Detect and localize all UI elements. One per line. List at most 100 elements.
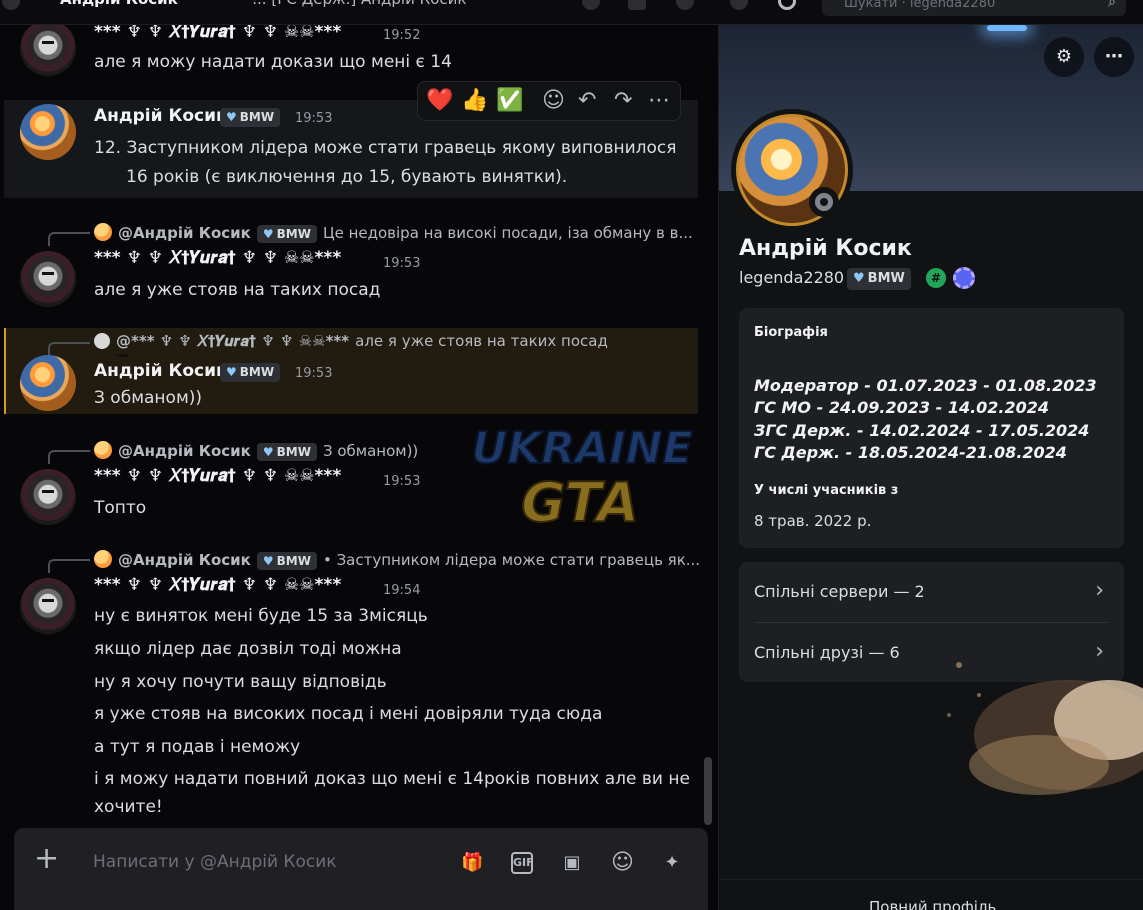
more-options-button[interactable]: ⋯ [1094,37,1134,77]
call-icon[interactable] [582,0,600,10]
message: @Андрій Косик ♥ BMW • Заступником лідера мо… [0,542,700,822]
message-text: ну є виняток мені буде 15 за 3місяць [94,606,428,626]
message-author[interactable]: *** ♆ ♆ 𝛸†𝒀𝒖𝒓𝒂† ♆ ♆ ☠☠*** [94,466,341,486]
emoji-icon[interactable]: ☺ [611,852,634,874]
nitro-badge-icon[interactable] [953,267,975,289]
avatar[interactable] [20,469,76,525]
gif-icon[interactable]: GIF [511,852,534,874]
reply-icon[interactable]: ↶ [578,88,596,114]
avatar[interactable] [20,355,76,411]
video-icon[interactable] [628,0,646,10]
reply-avatar [94,441,112,459]
message-author[interactable]: *** ♆ ♆ 𝛸†𝒀𝒖𝒓𝒂† ♆ ♆ ☠☠*** [94,248,341,268]
search-placeholder: Шукати · legenda2280 [844,0,996,11]
reply-spine [48,450,90,464]
reply-preview[interactable]: @Андрій Косик ♥ BMW З обманом)) [94,441,418,461]
gift-icon[interactable]: 🎁 [461,852,483,874]
message-composer[interactable]: + Написати у @Андрій Косик 🎁 GIF ▣ ☺ ✦ [14,828,708,910]
thumbs-up-reaction-icon[interactable]: 👍 [461,88,488,114]
check-reaction-icon[interactable]: ✅ [496,88,523,114]
server-tag: ♥ BMW [256,443,317,461]
search-icon: ⌕ [1108,0,1116,10]
message-author[interactable]: Андрій Косик [94,361,228,381]
avatar[interactable] [20,25,76,76]
message-text: але я уже стояв на таких посад [94,280,381,300]
reply-preview[interactable]: @Андрій Косик ♥ BMW • Заступником лідера мо… [94,550,700,570]
reply-spine [48,232,90,246]
search-input[interactable]: Шукати · legenda2280 ⌕ [822,0,1126,16]
bio-heading: Біографія [754,325,828,340]
message-text: ну я хочу почути ващу відповідь [94,672,387,692]
message-timestamp: 19:54 [383,583,421,598]
dm-avatar-icon [2,0,20,10]
message-text: я уже стояв на високих посад і мені дові… [94,704,603,724]
composer-placeholder[interactable]: Написати у @Андрій Косик [93,852,337,872]
message-timestamp: 19:53 [295,111,333,126]
heart-icon: ♥ [226,110,237,124]
message-text: але я можу надати докази що мені є 14 [94,52,452,72]
message-text: а тут я подав і неможу [94,737,301,757]
profile-toggle-icon[interactable] [778,0,796,10]
server-tag[interactable]: ♥ BMW [847,268,911,290]
profile-footer: Повний профіль [719,879,1143,910]
add-note-button[interactable]: ⚙ [1044,37,1084,77]
user-profile-panel: ⚙ ⋯ Андрій Косик legenda2280 ♥ BMW # Біог… [718,25,1143,910]
pin-icon[interactable] [676,0,694,10]
message-text: і я можу надати повний доказ що мені є 1… [94,769,690,789]
message-action-bar: ❤️ 👍 ✅ ☺ ↶ ↷ ⋯ [417,81,681,121]
message-text: 16 років (є виключення до 15, бувають ви… [126,167,568,187]
avatar[interactable] [20,104,76,160]
reply-preview[interactable]: @Андрій Косик ♥ BMW Це недовіра на високі п… [94,223,693,243]
message-author[interactable]: *** ♆ ♆ 𝛸†𝒀𝒖𝒓𝒂† ♆ ♆ ☠☠*** [94,575,341,595]
forward-icon[interactable]: ↷ [614,88,632,114]
message-timestamp: 19:53 [383,474,421,489]
reply-avatar [94,333,128,357]
apps-icon[interactable]: ✦ [661,852,683,874]
message-timestamp: 19:53 [295,366,333,381]
message-timestamp: 19:52 [383,28,421,43]
hashtag-badge-icon[interactable]: # [926,268,946,288]
message-text: якщо лідер дає дозвіл тоді можна [94,639,402,659]
add-friend-icon[interactable] [730,0,748,10]
avatar[interactable] [20,578,76,634]
bio-line: ЗГС Держ. - 14.02.2024 - 17.05.2024 [754,421,1090,440]
bio-card: Біографія Модератор - 01.07.2023 - 01.08… [739,308,1124,548]
profile-effect-decoration [947,662,1143,795]
add-reaction-icon[interactable]: ☺ [542,88,565,114]
scrollbar-thumb[interactable] [704,757,712,825]
heart-reaction-icon[interactable]: ❤️ [426,88,453,114]
channel-title: Андрій Косик [60,0,178,8]
mutual-friends-label: Спільні друзі — 6 [754,643,900,662]
offline-status-icon [809,187,839,217]
sticker-icon[interactable]: ▣ [561,852,583,874]
heart-icon: ♥ [853,271,865,286]
message: @*** ♆ ♆ 𝛸†𝒀𝒖𝒓𝒂† ♆ ♆ ☠☠*** але я уже стоя… [0,328,698,414]
message-timestamp: 19:53 [383,256,421,271]
attach-plus-icon[interactable]: + [34,844,59,874]
bio-line: Модератор - 01.07.2023 - 01.08.2023 [754,376,1097,395]
chevron-right-icon: › [1095,578,1104,603]
top-bar: Андрій Косик *** ... [ГС Держ.] Андрій К… [0,0,1143,25]
member-since-heading: У числі учасників з [754,483,899,498]
reply-avatar [94,550,112,568]
banner-decoration [987,25,1027,31]
message-author[interactable]: *** ♆ ♆ 𝛸†𝒀𝒖𝒓𝒂† ♆ ♆ ☠☠*** [94,25,341,42]
member-since-date: 8 трав. 2022 р. [754,512,872,530]
more-icon[interactable]: ⋯ [648,88,670,114]
avatar[interactable] [20,251,76,307]
heart-icon: ♥ [226,365,237,379]
message-author[interactable]: Андрій Косик [94,106,228,126]
mutual-servers-row[interactable]: Спільні сервери — 2 › [739,562,1124,622]
full-profile-link[interactable]: Повний профіль [869,898,996,910]
message-text: 12. Заступником лідера може стати гравец… [94,138,677,158]
chat-area: *** ♆ ♆ 𝛸†𝒀𝒖𝒓𝒂† ♆ ♆ ☠☠*** 19:52 але я мо… [0,25,718,910]
bio-line: ГС Держ. - 18.05.2024-21.08.2024 [754,443,1067,462]
mutual-servers-label: Спільні сервери — 2 [754,582,925,601]
bio-line: ГС МО - 24.09.2023 - 14.02.2024 [754,398,1050,417]
reply-spine [48,342,90,356]
server-tag: ♥ BMW [220,363,281,382]
message-text: Топто [94,498,147,518]
reply-preview[interactable]: @*** ♆ ♆ 𝛸†𝒀𝒖𝒓𝒂† ♆ ♆ ☠☠*** але я уже стоя… [94,332,608,357]
server-tag: ♥ BMW [220,108,281,127]
message: @Андрій Косик ♥ BMW З обманом)) *** ♆ ♆ 𝛸†𝒀… [0,433,698,528]
